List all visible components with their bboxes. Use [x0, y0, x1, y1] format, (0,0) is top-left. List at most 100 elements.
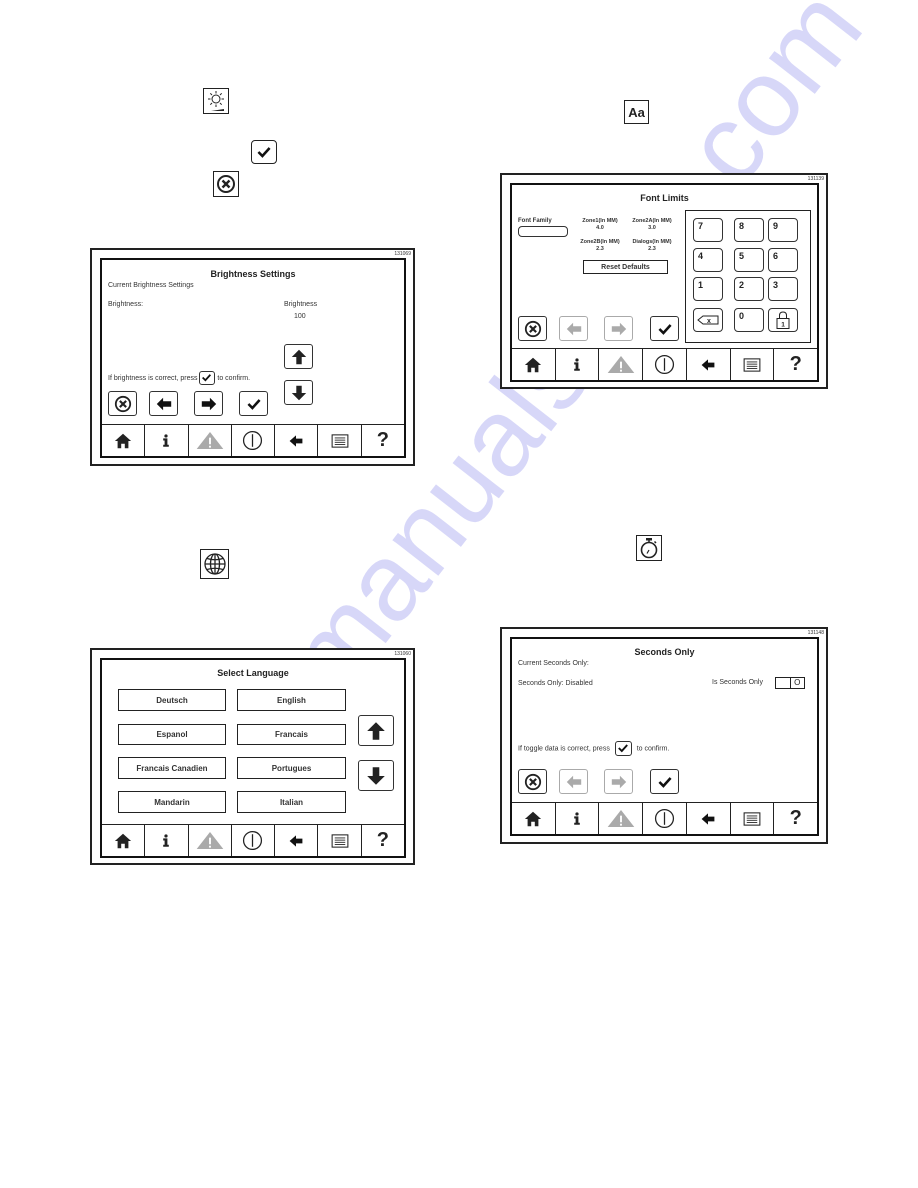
- language-italian-button[interactable]: Italian: [237, 791, 346, 813]
- help-icon: ?: [789, 353, 802, 375]
- nav-help-button[interactable]: ?: [773, 803, 817, 834]
- nav-back-button[interactable]: [685, 349, 730, 380]
- nav-help-button[interactable]: ?: [360, 425, 404, 456]
- cancel-button[interactable]: [518, 769, 547, 794]
- cancel-button[interactable]: [108, 391, 137, 416]
- cancel-button[interactable]: [518, 316, 547, 341]
- reset-defaults-button[interactable]: Reset Defaults: [583, 260, 668, 274]
- language-mandarin-button[interactable]: Mandarin: [118, 791, 226, 813]
- subtitle: Current Brightness Settings: [108, 282, 194, 289]
- nav-warning-button[interactable]: [598, 349, 642, 380]
- nav-home-button[interactable]: [102, 425, 144, 456]
- nav-info-button[interactable]: [144, 825, 187, 856]
- brightness-up-button[interactable]: [284, 344, 313, 369]
- key-5[interactable]: 5: [734, 248, 764, 272]
- instruction-text-end: to confirm.: [217, 374, 251, 382]
- language-portugues-button[interactable]: Portugues: [237, 757, 346, 779]
- zone1-field[interactable]: Zone1(In MM) 4.0: [580, 218, 620, 232]
- nav-warning-button[interactable]: [187, 425, 231, 456]
- back-arrow-icon: [287, 433, 305, 449]
- nav-back-button[interactable]: [685, 803, 730, 834]
- arrow-up-icon: [365, 720, 387, 742]
- nav-power-button[interactable]: [230, 425, 274, 456]
- nav-home-button[interactable]: [512, 349, 555, 380]
- nav-warning-button[interactable]: [598, 803, 642, 834]
- brightness-value: 100: [294, 313, 306, 320]
- home-icon: [523, 356, 543, 374]
- nav-bar: ?: [102, 824, 404, 856]
- nav-info-button[interactable]: [144, 425, 187, 456]
- nav-menu-button[interactable]: [317, 425, 360, 456]
- next-button[interactable]: [604, 316, 633, 341]
- nav-menu-button[interactable]: [317, 825, 360, 856]
- nav-back-button[interactable]: [274, 825, 317, 856]
- arrow-left-icon: [155, 395, 173, 413]
- seconds-only-screen: Seconds Only Current Seconds Only: Secon…: [510, 637, 819, 836]
- figure-id: 131069: [394, 251, 411, 257]
- nav-power-button[interactable]: [642, 349, 686, 380]
- dialogs-field[interactable]: Dialogs(In MM) 2.3: [629, 239, 675, 253]
- zone2a-field[interactable]: Zone2A(In MM) 3.0: [630, 218, 674, 232]
- back-arrow-icon: [699, 811, 717, 827]
- key-2[interactable]: 2: [734, 277, 764, 301]
- dialogs-value: 2.3: [648, 246, 656, 252]
- menu-list-icon: [331, 434, 349, 448]
- cancel-x-icon: [114, 395, 132, 413]
- svg-text:x: x: [707, 318, 711, 325]
- language-francais-button[interactable]: Francais: [237, 724, 346, 745]
- instruction: If brightness is correct, press to confi…: [108, 371, 250, 385]
- previous-button[interactable]: [559, 316, 588, 341]
- font-limits-figure: 131139 Font Limits Font Family Zone1(In …: [500, 173, 828, 389]
- nav-home-button[interactable]: [102, 825, 144, 856]
- previous-button[interactable]: [149, 391, 178, 416]
- key-backspace[interactable]: x: [693, 308, 723, 332]
- brightness-settings-screen: Brightness Settings Current Brightness S…: [100, 258, 406, 458]
- home-icon: [523, 810, 543, 828]
- previous-button[interactable]: [559, 769, 588, 794]
- brightness-down-button[interactable]: [284, 380, 313, 405]
- arrow-right-icon: [610, 320, 628, 338]
- confirm-button[interactable]: [239, 391, 268, 416]
- scroll-up-button[interactable]: [358, 715, 394, 746]
- language-espanol-button[interactable]: Espanol: [118, 724, 226, 745]
- screen-title: Seconds Only: [634, 647, 695, 657]
- confirm-button[interactable]: [650, 316, 679, 341]
- key-1[interactable]: 1: [693, 277, 723, 301]
- back-arrow-icon: [287, 833, 305, 849]
- nav-help-button[interactable]: ?: [773, 349, 817, 380]
- zone2b-field[interactable]: Zone2B(In MM) 2.3: [578, 239, 622, 253]
- key-7[interactable]: 7: [693, 218, 723, 242]
- language-francais-canadien-button[interactable]: Francais Canadien: [118, 757, 226, 779]
- nav-info-button[interactable]: [554, 349, 599, 380]
- key-9[interactable]: 9: [768, 218, 798, 242]
- language-deutsch-button[interactable]: Deutsch: [118, 689, 226, 711]
- power-icon: [242, 830, 263, 851]
- nav-info-button[interactable]: [554, 803, 599, 834]
- seconds-only-status: Seconds Only: Disabled: [518, 680, 593, 687]
- next-button[interactable]: [604, 769, 633, 794]
- subtitle: Current Seconds Only:: [518, 660, 589, 667]
- is-seconds-only-toggle[interactable]: O: [775, 677, 805, 689]
- key-lock[interactable]: 1: [768, 308, 798, 332]
- key-0[interactable]: 0: [734, 308, 764, 332]
- key-6[interactable]: 6: [768, 248, 798, 272]
- key-3[interactable]: 3: [768, 277, 798, 301]
- info-icon: [159, 831, 173, 850]
- language-english-button[interactable]: English: [237, 689, 346, 711]
- zone2a-label: Zone2A(In MM): [632, 218, 672, 224]
- key-8[interactable]: 8: [734, 218, 764, 242]
- confirm-button[interactable]: [650, 769, 679, 794]
- screen-title: Font Limits: [640, 193, 689, 203]
- scroll-down-button[interactable]: [358, 760, 394, 791]
- nav-back-button[interactable]: [274, 425, 317, 456]
- nav-menu-button[interactable]: [729, 349, 774, 380]
- nav-home-button[interactable]: [512, 803, 555, 834]
- nav-help-button[interactable]: ?: [360, 825, 404, 856]
- font-family-input[interactable]: [518, 226, 568, 237]
- nav-menu-button[interactable]: [729, 803, 774, 834]
- nav-power-button[interactable]: [230, 825, 274, 856]
- nav-warning-button[interactable]: [187, 825, 231, 856]
- nav-power-button[interactable]: [642, 803, 686, 834]
- next-button[interactable]: [194, 391, 223, 416]
- key-4[interactable]: 4: [693, 248, 723, 272]
